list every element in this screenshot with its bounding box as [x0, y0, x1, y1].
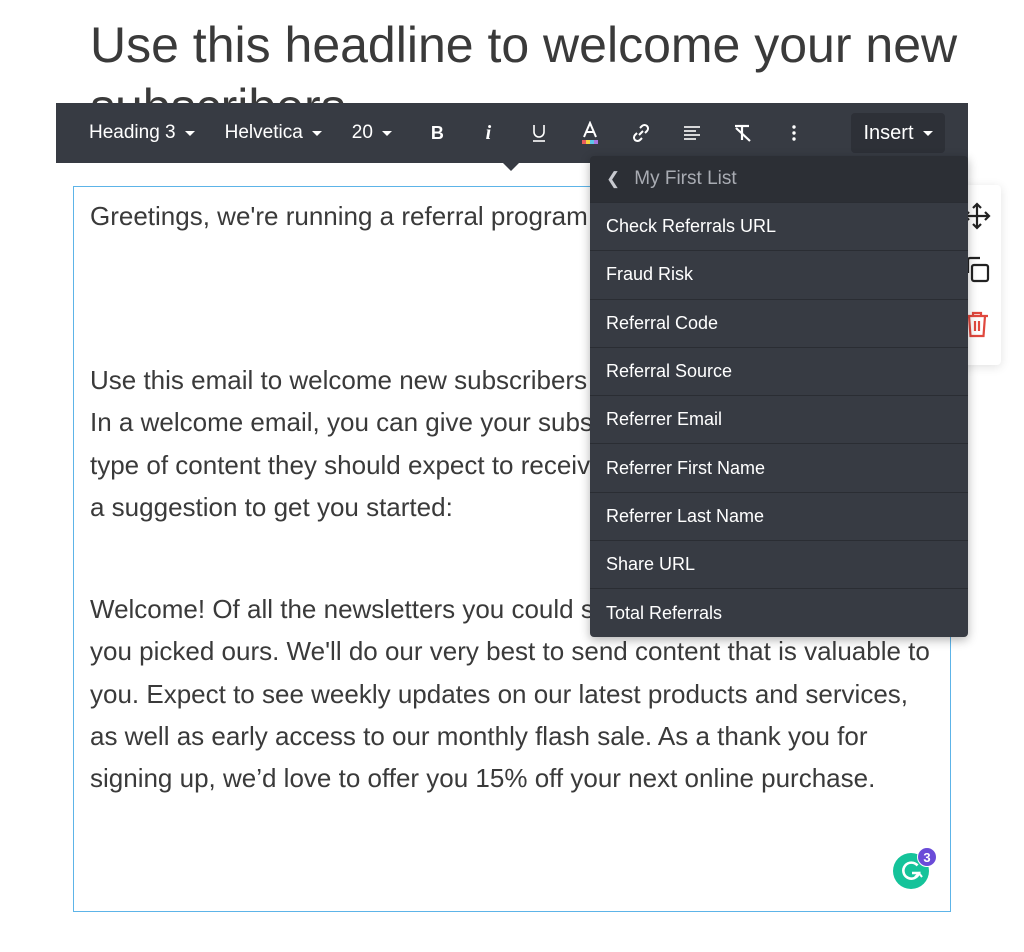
menu-item-referral-source[interactable]: Referral Source	[590, 346, 968, 395]
back-to-lists-button[interactable]: ❮ My First List	[590, 156, 968, 202]
bold-icon: B	[430, 122, 444, 143]
list-name: My First List	[634, 168, 737, 189]
block-format-value: Heading 3	[89, 122, 176, 143]
menu-item-referrer-last-name[interactable]: Referrer Last Name	[590, 491, 968, 540]
chevron-down-icon	[922, 130, 933, 136]
menu-item-label: Referrer Email	[606, 409, 723, 430]
menu-item-referrer-first-name[interactable]: Referrer First Name	[590, 443, 968, 491]
menu-item-label: Fraud Risk	[606, 264, 694, 285]
menu-item-share-url[interactable]: Share URL	[590, 540, 968, 588]
font-family-value: Helvetica	[224, 122, 303, 143]
clear-formatting-icon	[735, 124, 752, 142]
bold-button[interactable]: B	[412, 113, 463, 153]
link-icon	[633, 123, 650, 143]
underline-icon	[533, 125, 546, 142]
clear-formatting-button[interactable]	[718, 113, 769, 153]
text-color-button[interactable]	[565, 113, 616, 153]
font-size-dropdown[interactable]: 20	[352, 122, 392, 144]
insert-button[interactable]: Insert	[851, 113, 945, 153]
link-button[interactable]	[616, 113, 667, 153]
insert-label: Insert	[863, 121, 914, 144]
menu-item-referral-code[interactable]: Referral Code	[590, 298, 968, 347]
text-color-icon	[582, 121, 599, 144]
underline-button[interactable]	[514, 113, 565, 153]
menu-item-label: Check Referrals URL	[606, 216, 777, 237]
align-button[interactable]	[667, 113, 718, 153]
italic-icon: i	[485, 121, 492, 144]
menu-item-label: Total Referrals	[606, 602, 723, 623]
insert-merge-tag-menu: ❮ My First List Check Referrals URL Frau…	[590, 156, 968, 637]
menu-item-label: Share URL	[606, 554, 696, 575]
menu-item-label: Referrer Last Name	[606, 505, 765, 526]
font-family-dropdown[interactable]: Helvetica	[225, 122, 322, 144]
block-format-dropdown[interactable]: Heading 3	[89, 122, 195, 144]
chevron-left-icon: ❮	[606, 169, 621, 188]
menu-item-label: Referral Code	[606, 312, 719, 333]
toolbar-pointer	[503, 163, 519, 171]
grammarly-count-badge: 3	[917, 847, 937, 867]
menu-item-referrer-email[interactable]: Referrer Email	[590, 395, 968, 443]
more-vertical-icon	[792, 125, 797, 141]
menu-item-total-referrals[interactable]: Total Referrals	[590, 588, 968, 636]
font-size-value: 20	[351, 122, 373, 143]
italic-button[interactable]: i	[463, 113, 514, 153]
menu-item-check-referrals-url[interactable]: Check Referrals URL	[590, 202, 968, 250]
chevron-down-icon	[184, 130, 195, 136]
chevron-down-icon	[381, 130, 392, 136]
menu-item-label: Referrer First Name	[606, 457, 766, 478]
formatting-toolbar: Heading 3 Helvetica 20 B i	[56, 103, 968, 163]
chevron-down-icon	[311, 130, 322, 136]
menu-item-fraud-risk[interactable]: Fraud Risk	[590, 250, 968, 298]
align-left-icon	[684, 126, 701, 140]
more-options-button[interactable]	[769, 113, 820, 153]
menu-item-label: Referral Source	[606, 361, 733, 382]
